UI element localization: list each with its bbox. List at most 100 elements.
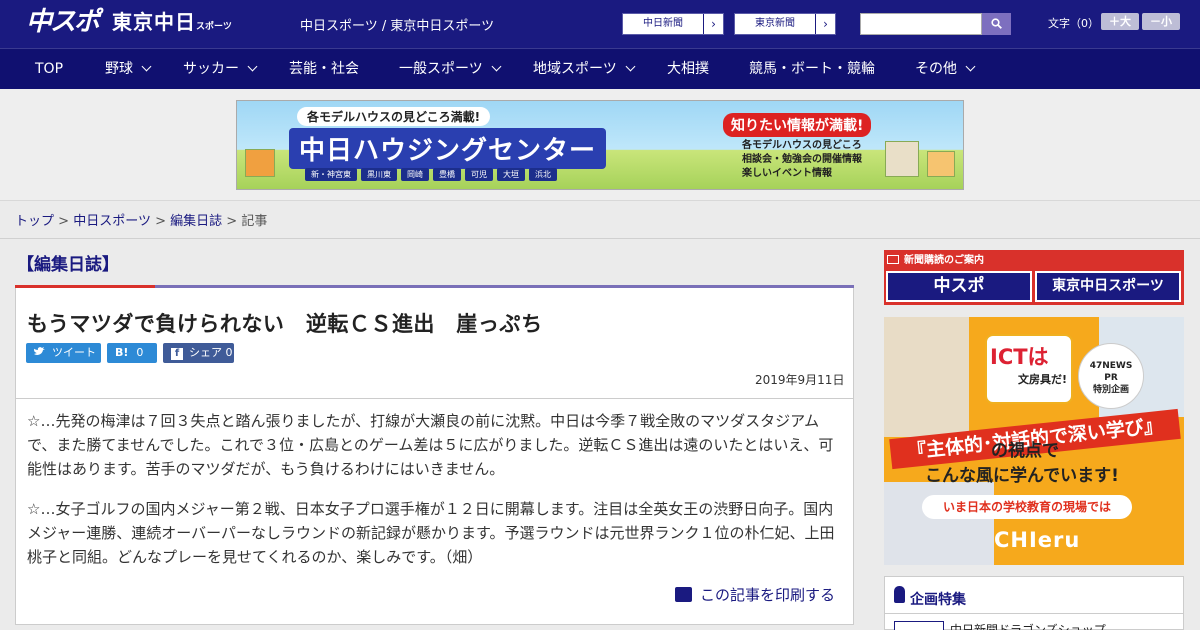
- divider: [0, 238, 1200, 239]
- main-nav: TOP 野球 サッカー 芸能・社会 一般スポーツ 地域スポーツ 大相撲 競馬・ボ…: [0, 48, 1200, 89]
- breadcrumb-link-chunichi-sports[interactable]: 中日スポーツ: [73, 214, 151, 229]
- tokyo-shimbun-link[interactable]: 東京新聞 ›: [734, 13, 836, 35]
- breadcrumb-separator: >: [58, 214, 70, 229]
- feature-item-link[interactable]: 中日新聞ドラゴンズショップ: [950, 621, 1106, 630]
- tweet-label: ツイート: [52, 346, 96, 359]
- nav-item-baseball[interactable]: 野球: [105, 49, 152, 89]
- banner-city: 浜北: [529, 168, 557, 181]
- subscribe-chuspo-button[interactable]: 中スポ: [886, 271, 1032, 302]
- nav-label: 芸能・社会: [289, 61, 359, 77]
- ad-badge-line: 特別企画: [1092, 385, 1129, 395]
- chuspo-logo[interactable]: 中スポ: [26, 7, 100, 37]
- nav-label: その他: [915, 61, 957, 77]
- tokyo-logo-text: 東京中日: [112, 10, 196, 34]
- nav-item-local-sports[interactable]: 地域スポーツ: [533, 49, 636, 89]
- facebook-share-count: 0: [225, 346, 233, 359]
- feature-thumbnail[interactable]: [894, 621, 944, 630]
- ad-line-2: の視点で: [991, 441, 1059, 461]
- chevron-down-icon: [625, 61, 636, 72]
- nav-label: TOP: [35, 61, 64, 77]
- nav-item-soccer[interactable]: サッカー: [183, 49, 258, 89]
- chevron-down-icon: [965, 61, 976, 72]
- breadcrumb-separator: >: [226, 214, 238, 229]
- hatena-count: 0: [136, 346, 144, 359]
- font-larger-button[interactable]: ＋大: [1101, 13, 1139, 30]
- ad-brand: CHIeru: [994, 528, 1081, 552]
- chunichi-shimbun-label: 中日新聞: [643, 18, 683, 29]
- font-smaller-button[interactable]: －小: [1142, 13, 1180, 30]
- site-header: 中スポ 東京中日スポーツ 中日スポーツ / 東京中日スポーツ 中日新聞 › 東京新…: [0, 0, 1200, 48]
- nav-item-other[interactable]: その他: [915, 49, 976, 89]
- breadcrumb-separator: >: [155, 214, 166, 229]
- banner-city: 黒川東: [361, 168, 397, 181]
- newspaper-icon: [887, 255, 899, 264]
- chevron-down-icon: [247, 61, 258, 72]
- nav-item-top[interactable]: TOP: [35, 49, 63, 89]
- hatena-icon: B!: [115, 346, 129, 359]
- breadcrumb-link-editorial-diary[interactable]: 編集日誌: [170, 214, 222, 229]
- twitter-icon: [33, 347, 45, 355]
- ad-ict-text: ICTは: [990, 345, 1049, 369]
- hatena-bookmark-button[interactable]: B! 0: [107, 343, 157, 363]
- article-paragraph: ☆…先発の梅津は７回３失点と踏ん張りましたが、打線が大瀬良の前に沈黙。中日は今季…: [27, 412, 834, 478]
- search-icon: [991, 18, 1002, 29]
- subscription-title: 新聞購読のご案内: [887, 251, 984, 266]
- house-illustration: [927, 151, 955, 177]
- ad-line-3: こんな風に学んでいます!: [925, 466, 1119, 486]
- nav-label: 競馬・ボート・競輪: [749, 61, 875, 77]
- nav-label: 地域スポーツ: [533, 61, 617, 77]
- tokyo-logo-small: スポーツ: [196, 22, 232, 32]
- subscription-title-text: 新聞購読のご案内: [904, 255, 984, 266]
- nav-item-entertainment[interactable]: 芸能・社会: [289, 49, 359, 89]
- banner-right-line: 楽しいイベント情報: [742, 168, 832, 179]
- house-illustration: [245, 149, 275, 177]
- breadcrumb-current: 記事: [241, 214, 268, 229]
- tweet-button[interactable]: ツイート: [26, 343, 101, 363]
- banner-city-list: 新・神宮東 黒川東 岡崎 豊橋 可児 大垣 浜北: [305, 168, 557, 181]
- banner-main-text: 中日ハウジングセンター: [289, 128, 607, 169]
- print-label: この記事を印刷する: [700, 586, 836, 604]
- search-button[interactable]: [982, 13, 1011, 35]
- banner-right-line: 相談会・勉強会の開催情報: [742, 154, 862, 165]
- breadcrumb: トップ > 中日スポーツ > 編集日誌 > 記事: [15, 210, 267, 229]
- nav-label: 大相撲: [667, 61, 709, 77]
- nav-label: サッカー: [183, 61, 239, 77]
- breadcrumb-link-top[interactable]: トップ: [15, 214, 54, 229]
- nav-item-general-sports[interactable]: 一般スポーツ: [399, 49, 502, 89]
- house-illustration: [885, 141, 919, 177]
- site-title-link[interactable]: 中日スポーツ / 東京中日スポーツ: [300, 15, 494, 34]
- housing-center-banner-ad[interactable]: 各モデルハウスの見どころ満載! 中日ハウジングセンター 新・神宮東 黒川東 岡崎…: [236, 100, 964, 190]
- nav-item-keiba[interactable]: 競馬・ボート・競輪: [749, 49, 875, 89]
- article-date: 2019年9月11日: [755, 373, 845, 387]
- print-article-link[interactable]: この記事を印刷する: [675, 584, 835, 605]
- section-heading: 【編集日誌】: [17, 255, 119, 275]
- tokyo-shimbun-label: 東京新聞: [755, 18, 795, 29]
- font-size-label: 文字（0）: [1048, 17, 1099, 30]
- ad-ict-sub-text: 文房具だ!: [1018, 373, 1068, 386]
- banner-top-text: 各モデルハウスの見どころ満載!: [297, 107, 491, 126]
- search-input[interactable]: [860, 13, 982, 35]
- printer-icon: [675, 587, 692, 602]
- chunichi-shimbun-link[interactable]: 中日新聞 ›: [622, 13, 724, 35]
- facebook-share-label: シェア: [189, 346, 222, 359]
- subscribe-tokyo-chunichi-button[interactable]: 東京中日スポーツ: [1035, 271, 1181, 302]
- nav-label: 野球: [105, 61, 133, 77]
- nav-item-sumo[interactable]: 大相撲: [667, 49, 709, 89]
- banner-city: 岡崎: [401, 168, 429, 181]
- facebook-icon: f: [171, 348, 183, 360]
- chevron-down-icon: [491, 61, 502, 72]
- chevron-right-icon: ›: [815, 14, 835, 34]
- banner-right-line: 各モデルハウスの見どころ: [742, 140, 862, 151]
- chevron-right-icon: ›: [703, 14, 723, 34]
- feature-title: 企画特集: [910, 592, 966, 608]
- ad-pill-text: いま日本の学校教育の現場では: [922, 495, 1132, 519]
- ad-badge-line: 47NEWS: [1089, 361, 1133, 371]
- ad-photo-left: [884, 317, 969, 437]
- divider: [885, 613, 1183, 614]
- chevron-down-icon: [141, 61, 152, 72]
- article-title: もうマツダで負けられない 逆転ＣＳ進出 崖っぷち: [27, 312, 543, 336]
- facebook-share-button[interactable]: f シェア 0: [163, 343, 234, 363]
- banner-city: 可児: [465, 168, 493, 181]
- article-paragraph: ☆…女子ゴルフの国内メジャー第２戦、日本女子プロ選手権が１２日に開幕します。注目…: [27, 500, 835, 566]
- tokyo-chunichi-logo[interactable]: 東京中日スポーツ: [112, 9, 232, 40]
